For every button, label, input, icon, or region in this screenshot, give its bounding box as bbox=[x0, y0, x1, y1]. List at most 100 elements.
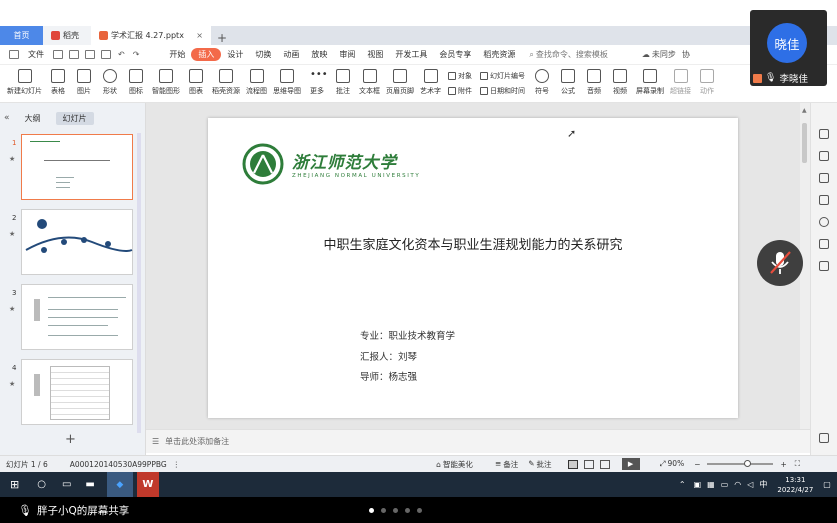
menu-slideshow[interactable]: 放映 bbox=[305, 49, 333, 60]
action-button[interactable]: 动作 bbox=[694, 65, 720, 102]
play-slideshow-icon[interactable]: ▶ bbox=[621, 458, 640, 470]
tray-network-icon[interactable]: ▦ bbox=[707, 480, 715, 489]
menu-insert[interactable]: 插入 bbox=[191, 48, 222, 61]
menu-view[interactable]: 视图 bbox=[361, 49, 389, 60]
date-time-button[interactable]: 日期和时间 bbox=[480, 86, 525, 96]
backup-tool-icon[interactable] bbox=[819, 239, 829, 249]
comment-button[interactable]: 批注 bbox=[330, 65, 356, 102]
style-tool-icon[interactable] bbox=[819, 129, 829, 139]
new-slide-button[interactable]: 新建幻灯片 bbox=[4, 65, 45, 102]
comment-toggle-button[interactable]: ✎ 批注 bbox=[528, 459, 551, 470]
help-tool-icon[interactable] bbox=[819, 217, 829, 227]
settings-tool-icon[interactable] bbox=[819, 433, 829, 443]
zoom-slider[interactable] bbox=[706, 460, 773, 467]
menu-transition[interactable]: 切换 bbox=[249, 49, 277, 60]
system-clock[interactable]: 13:31 2022/4/27 bbox=[777, 475, 813, 495]
thumbnail-scrollbar[interactable] bbox=[137, 133, 141, 433]
meeting-app-icon[interactable]: ◆ bbox=[106, 472, 133, 497]
more-button[interactable]: ••• 更多 bbox=[304, 65, 330, 102]
picture-button[interactable]: 图片 bbox=[71, 65, 97, 102]
slide-thumbnail-3[interactable] bbox=[21, 284, 133, 350]
tab-home[interactable]: 首页 bbox=[0, 26, 43, 45]
new-tab-button[interactable]: + bbox=[211, 31, 233, 45]
pager-dot[interactable] bbox=[393, 507, 399, 513]
docer-resource-button[interactable]: 稻壳资源 bbox=[209, 65, 243, 102]
mindmap-button[interactable]: 思维导图 bbox=[270, 65, 304, 102]
symbol-button[interactable]: 符号 bbox=[529, 65, 555, 102]
participant-video-tile[interactable]: 晓佳 🎙 李晓佳 bbox=[750, 10, 827, 86]
collaborate-button[interactable]: 协 bbox=[682, 49, 690, 60]
save-icon[interactable] bbox=[53, 50, 63, 59]
menu-developer[interactable]: 开发工具 bbox=[389, 49, 433, 60]
beautify-button[interactable]: ⌂ 智能美化 bbox=[436, 459, 473, 470]
task-view-icon[interactable]: ▭ bbox=[62, 479, 71, 490]
shape-button[interactable]: 形状 bbox=[97, 65, 123, 102]
zoom-slider-knob[interactable] bbox=[743, 460, 751, 467]
microphone-icon[interactable]: 🎙 bbox=[18, 504, 32, 517]
screen-record-button[interactable]: 屏幕录制 bbox=[633, 65, 667, 102]
tab-active-presentation[interactable]: 学术汇报 4.27.pptx × bbox=[91, 26, 211, 45]
location-tool-icon[interactable] bbox=[819, 261, 829, 271]
scroll-up-icon[interactable]: ▲ bbox=[802, 107, 807, 114]
file-explorer-icon[interactable]: ▬ bbox=[85, 479, 94, 490]
smartart-button[interactable]: 智能图形 bbox=[149, 65, 183, 102]
slide-thumbnail-4[interactable] bbox=[21, 359, 133, 425]
slide-thumbnail-1[interactable] bbox=[21, 134, 133, 200]
slide-number-button[interactable]: 幻灯片编号 bbox=[480, 71, 525, 81]
flowchart-button[interactable]: 流程图 bbox=[243, 65, 270, 102]
undo-icon[interactable]: ↶ bbox=[118, 50, 125, 59]
preview-icon[interactable] bbox=[101, 50, 111, 59]
print-icon[interactable] bbox=[85, 50, 95, 59]
menu-docer-resource[interactable]: 稻壳资源 bbox=[477, 49, 521, 60]
command-search[interactable]: ⌕ 查找命令、搜索模板 bbox=[529, 49, 607, 60]
tab-docer[interactable]: 稻壳 bbox=[43, 26, 91, 45]
wordart-button[interactable]: 艺术字 bbox=[417, 65, 444, 102]
audio-button[interactable]: 音频 bbox=[581, 65, 607, 102]
show-hidden-icons[interactable]: ⌃ bbox=[679, 480, 686, 489]
notes-pane[interactable]: ☰ 单击此处添加备注 bbox=[146, 429, 810, 453]
chart-button[interactable]: 图表 bbox=[183, 65, 209, 102]
menu-animation[interactable]: 动画 bbox=[277, 49, 305, 60]
pager-dot[interactable] bbox=[369, 507, 375, 513]
notes-toggle-button[interactable]: ≡ 备注 bbox=[495, 459, 518, 470]
sync-status[interactable]: ☁ 未同步 bbox=[642, 49, 676, 60]
search-circle-icon[interactable]: ○ bbox=[37, 479, 46, 490]
fit-window-icon[interactable]: ⛶ bbox=[795, 459, 800, 469]
ime-indicator[interactable]: 中 bbox=[759, 479, 767, 490]
header-footer-button[interactable]: 页眉页脚 bbox=[383, 65, 417, 102]
animation-tool-icon[interactable] bbox=[819, 173, 829, 183]
wps-app-icon[interactable]: W bbox=[136, 472, 159, 497]
windows-start-icon[interactable]: ⊞ bbox=[10, 478, 19, 491]
menu-review[interactable]: 审阅 bbox=[333, 49, 361, 60]
video-button[interactable]: 视频 bbox=[607, 65, 633, 102]
tab-slides[interactable]: 幻灯片 bbox=[55, 111, 94, 125]
zoom-out-icon[interactable]: − bbox=[694, 460, 700, 469]
redo-icon[interactable]: ↷ bbox=[133, 50, 140, 59]
wifi-icon[interactable]: ◠ bbox=[734, 480, 741, 489]
normal-view-icon[interactable] bbox=[567, 459, 578, 469]
scrollbar-thumb[interactable] bbox=[802, 123, 807, 163]
close-tab-icon[interactable]: × bbox=[196, 31, 203, 40]
menu-member[interactable]: 会员专享 bbox=[433, 49, 477, 60]
formula-button[interactable]: 公式 bbox=[555, 65, 581, 102]
table-button[interactable]: 表格 bbox=[45, 65, 71, 102]
pager-dot[interactable] bbox=[405, 507, 411, 513]
volume-icon[interactable]: ◁ bbox=[747, 480, 753, 489]
export-icon[interactable] bbox=[69, 50, 79, 59]
notification-icon[interactable]: ▢ bbox=[823, 480, 831, 489]
hyperlink-button[interactable]: 超链接 bbox=[667, 65, 694, 102]
add-slide-button[interactable]: + bbox=[65, 432, 76, 447]
menu-home[interactable]: 开始 bbox=[163, 49, 191, 60]
menu-file[interactable]: 文件 bbox=[22, 49, 50, 60]
reading-view-icon[interactable] bbox=[599, 459, 610, 469]
attachment-button[interactable]: 附件 bbox=[448, 86, 472, 96]
template-tool-icon[interactable] bbox=[819, 195, 829, 205]
mute-microphone-button[interactable] bbox=[757, 240, 803, 286]
battery-icon[interactable]: ▭ bbox=[721, 480, 729, 489]
sorter-view-icon[interactable] bbox=[583, 459, 594, 469]
icons-button[interactable]: 图标 bbox=[123, 65, 149, 102]
collapse-panel-icon[interactable]: « bbox=[4, 113, 10, 123]
menu-design[interactable]: 设计 bbox=[221, 49, 249, 60]
tray-app-icon[interactable]: ▣ bbox=[694, 480, 702, 489]
current-slide[interactable]: 浙江师范大学 ZHEJIANG NORMAL UNIVERSITY 中职生家庭文… bbox=[208, 118, 738, 418]
